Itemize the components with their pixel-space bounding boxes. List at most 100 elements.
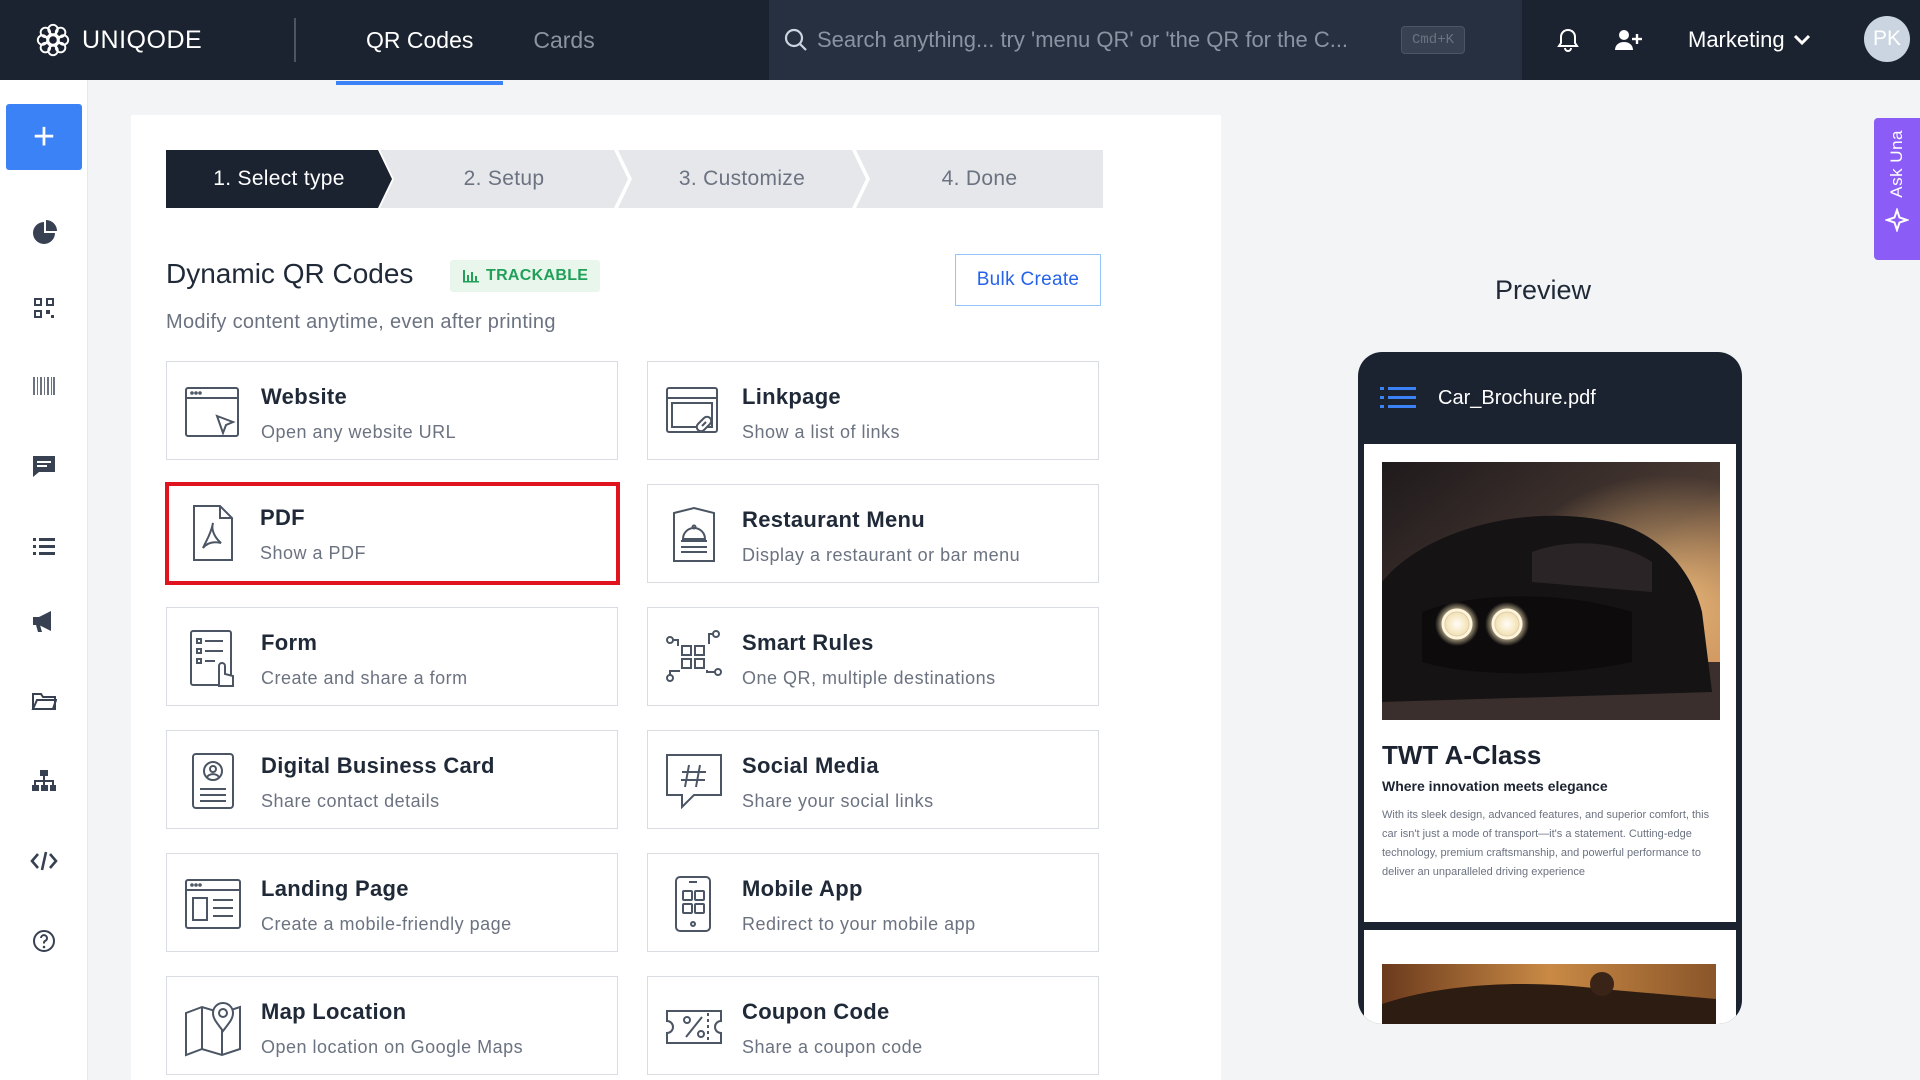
shortcut-hint: Cmd+K [1401, 26, 1466, 54]
qr-type-card-digital-business-card[interactable]: Digital Business Card Share contact deta… [166, 730, 618, 829]
search-bar[interactable]: Cmd+K [769, 0, 1522, 80]
qr-codes-icon[interactable] [28, 292, 60, 324]
card-description: Display a restaurant or bar menu [742, 545, 1021, 565]
section-title: Dynamic QR Codes [166, 258, 414, 289]
coupon-code-icon [666, 1010, 722, 1044]
qr-type-card-mobile-app[interactable]: Mobile App Redirect to your mobile app [647, 853, 1099, 952]
stepper: 1. Select type 2. Setup 3. Customize 4. … [166, 150, 1113, 208]
add-user-icon[interactable] [1610, 22, 1646, 58]
smart-rules-icon [666, 630, 722, 682]
qr-type-card-website[interactable]: Website Open any website URL [166, 361, 618, 460]
card-title: Restaurant Menu [742, 507, 925, 532]
code-icon[interactable] [28, 845, 60, 877]
trackable-badge: TRACKABLE [450, 260, 601, 292]
menu-list-icon [1380, 387, 1416, 408]
qr-type-card-landing-page[interactable]: Landing Page Create a mobile-friendly pa… [166, 853, 618, 952]
list-icon[interactable] [28, 530, 60, 562]
barcode-icon[interactable] [28, 370, 60, 402]
step-customize[interactable]: 3. Customize [618, 150, 866, 208]
card-title: Smart Rules [742, 630, 874, 655]
tab-qr-codes[interactable]: QR Codes [336, 0, 504, 85]
create-button[interactable]: + [6, 104, 82, 170]
section-subtitle: Modify content anytime, even after print… [166, 311, 556, 333]
create-qr-panel: 1. Select type 2. Setup 3. Customize 4. … [131, 115, 1221, 1080]
analytics-icon[interactable] [28, 217, 60, 249]
card-title: Linkpage [742, 384, 841, 409]
social-media-icon [666, 754, 722, 810]
qr-type-card-restaurant-menu[interactable]: Restaurant Menu Display a restaurant or … [647, 484, 1099, 583]
qr-type-card-pdf[interactable]: PDF Show a PDF [165, 482, 620, 585]
qr-type-card-social-media[interactable]: Social Media Share your social links [647, 730, 1099, 829]
divider [294, 18, 296, 62]
chevron-down-icon [1793, 34, 1810, 46]
card-description: Show a list of links [742, 422, 901, 442]
card-description: Share your social links [742, 791, 934, 811]
phone-preview: Car_Brochure.pdf TWT A-Class Where innov… [1358, 352, 1742, 1024]
car-image-2 [1382, 964, 1716, 1024]
card-description: Share contact details [261, 791, 440, 811]
card-title: PDF [260, 505, 305, 530]
business-card-icon [192, 753, 234, 809]
workspace-selector[interactable]: Marketing [1688, 0, 1811, 80]
card-title: Social Media [742, 753, 879, 778]
card-description: One QR, multiple destinations [742, 668, 996, 688]
pdf-page-2 [1364, 930, 1736, 1024]
avatar[interactable]: PK [1864, 16, 1910, 62]
linkpage-icon [666, 387, 718, 433]
step-done[interactable]: 4. Done [856, 150, 1103, 208]
pdf-doc-body: With its sleek design, advanced features… [1382, 809, 1710, 878]
brand-logo[interactable]: UNIQODE [34, 21, 264, 59]
card-title: Digital Business Card [261, 753, 495, 778]
card-title: Landing Page [261, 876, 409, 901]
brand-name: UNIQODE [82, 25, 203, 54]
pdf-doc-tagline: Where innovation meets elegance [1382, 778, 1608, 794]
pdf-doc-title: TWT A-Class [1382, 740, 1542, 770]
qr-type-card-coupon-code[interactable]: Coupon Code Share a coupon code [647, 976, 1099, 1075]
ask-una-button[interactable]: Ask Una [1874, 118, 1920, 260]
bulk-create-button[interactable]: Bulk Create [955, 254, 1101, 306]
qr-type-card-map-location[interactable]: Map Location Open location on Google Map… [166, 976, 618, 1075]
card-title: Mobile App [742, 876, 863, 901]
qr-type-card-linkpage[interactable]: Linkpage Show a list of links [647, 361, 1099, 460]
card-description: Create and share a form [261, 668, 468, 688]
messages-icon[interactable] [28, 450, 60, 482]
trackable-label: TRACKABLE [486, 267, 589, 284]
top-bar: UNIQODE QR Codes Cards Cmd+K Marketing P… [0, 0, 1920, 85]
notifications-bell-icon[interactable] [1550, 22, 1586, 58]
map-location-icon [185, 1002, 241, 1057]
card-description: Open location on Google Maps [261, 1037, 524, 1057]
step-select-type[interactable]: 1. Select type [166, 150, 392, 208]
folder-icon[interactable] [28, 685, 60, 717]
card-title: Coupon Code [742, 999, 890, 1024]
step-setup[interactable]: 2. Setup [380, 150, 628, 208]
pdf-icon [193, 505, 233, 561]
help-icon[interactable] [28, 925, 60, 957]
card-title: Map Location [261, 999, 407, 1024]
search-icon [784, 28, 807, 51]
preview-title: Preview [1495, 275, 1592, 305]
qr-type-card-form[interactable]: Form Create and share a form [166, 607, 618, 706]
phone-header: Car_Brochure.pdf [1358, 352, 1742, 444]
sparkle-icon [1885, 207, 1909, 232]
sidebar: + [0, 80, 88, 1080]
search-input[interactable] [817, 27, 1397, 53]
card-description: Redirect to your mobile app [742, 914, 976, 934]
campaign-megaphone-icon[interactable] [28, 605, 60, 637]
qr-type-card-smart-rules[interactable]: Smart Rules One QR, multiple destination… [647, 607, 1099, 706]
car-image [1382, 462, 1720, 720]
form-icon [190, 630, 234, 687]
workspace-label: Marketing [1688, 27, 1785, 52]
card-title: Website [261, 384, 348, 409]
card-description: Show a PDF [260, 543, 367, 563]
restaurant-menu-icon [673, 506, 715, 562]
bar-chart-icon [463, 270, 479, 283]
pdf-file-name: Car_Brochure.pdf [1438, 386, 1596, 409]
website-icon [185, 387, 239, 437]
tab-cards[interactable]: Cards [503, 0, 624, 80]
card-description: Open any website URL [261, 422, 457, 442]
card-description: Share a coupon code [742, 1037, 923, 1057]
hierarchy-icon[interactable] [28, 765, 60, 797]
ask-una-label: Ask Una [1887, 130, 1906, 198]
mobile-app-icon [675, 876, 711, 932]
landing-page-icon [185, 879, 241, 929]
